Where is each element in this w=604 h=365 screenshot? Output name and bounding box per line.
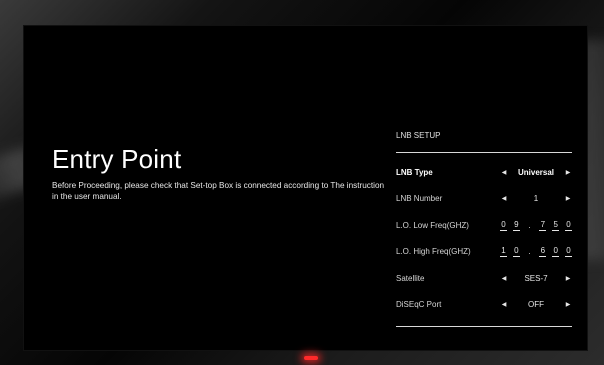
lo-low-freq-input[interactable]: 0 9 . 7 5 0 — [500, 220, 572, 231]
panel-divider-top — [396, 152, 572, 153]
setting-row-diseqc-port[interactable]: DiSEqC Port ◀ OFF ▶ — [396, 292, 572, 319]
tv-screen: Entry Point Before Proceeding, please ch… — [24, 26, 587, 350]
panel-divider-bottom — [396, 326, 572, 327]
setting-row-lo-high-freq[interactable]: L.O. High Freq(GHZ) 1 0 . 6 0 0 — [396, 239, 572, 266]
digit-field[interactable]: 6 — [539, 246, 547, 258]
right-arrow-icon[interactable]: ▶ — [564, 169, 572, 176]
lnb-number-selector[interactable]: ◀ 1 ▶ — [500, 194, 572, 203]
setting-label: DiSEqC Port — [396, 300, 442, 310]
digit-field[interactable]: 0 — [564, 220, 572, 231]
decimal-separator: . — [528, 220, 531, 230]
right-arrow-icon[interactable]: ▶ — [564, 301, 572, 308]
left-arrow-icon[interactable]: ◀ — [500, 195, 508, 202]
digit-field[interactable]: 9 — [512, 220, 520, 231]
digit-field[interactable]: 1 — [500, 246, 507, 258]
settings-list: LNB Type ◀ Universal ▶ LNB Number ◀ 1 ▶ — [396, 159, 572, 318]
diseqc-port-selector[interactable]: ◀ OFF ▶ — [500, 300, 572, 309]
satellite-selector[interactable]: ◀ SES-7 ▶ — [500, 274, 572, 283]
panel-title: LNB SETUP — [396, 131, 441, 140]
digit-field[interactable]: 5 — [552, 220, 560, 231]
setting-label: L.O. High Freq(GHZ) — [396, 247, 471, 257]
setting-value: 1 — [533, 194, 539, 204]
instruction-text: Before Proceeding, please check that Set… — [52, 181, 385, 201]
left-arrow-icon[interactable]: ◀ — [500, 169, 508, 176]
setting-row-satellite[interactable]: Satellite ◀ SES-7 ▶ — [396, 265, 572, 292]
setting-row-lnb-type[interactable]: LNB Type ◀ Universal ▶ — [396, 159, 572, 186]
digit-field[interactable]: 0 — [500, 220, 507, 231]
left-arrow-icon[interactable]: ◀ — [500, 301, 508, 308]
lnb-setup-panel: LNB SETUP LNB Type ◀ Universal ▶ LNB Num… — [396, 130, 572, 327]
right-arrow-icon[interactable]: ▶ — [564, 195, 572, 202]
decimal-separator: . — [528, 247, 531, 257]
setting-value: SES-7 — [524, 273, 548, 283]
setting-value: OFF — [528, 300, 544, 310]
setting-label: Satellite — [396, 273, 425, 283]
power-indicator-light — [304, 356, 318, 360]
setting-label: LNB Number — [396, 194, 443, 204]
setting-label: L.O. Low Freq(GHZ) — [396, 220, 469, 230]
left-arrow-icon[interactable]: ◀ — [500, 275, 508, 282]
right-arrow-icon[interactable]: ▶ — [564, 275, 572, 282]
setting-row-lnb-number[interactable]: LNB Number ◀ 1 ▶ — [396, 186, 572, 213]
setting-row-lo-low-freq[interactable]: L.O. Low Freq(GHZ) 0 9 . 7 5 0 — [396, 212, 572, 239]
tv-frame: Entry Point Before Proceeding, please ch… — [0, 0, 604, 365]
digit-field[interactable]: 0 — [552, 246, 560, 258]
lnb-type-selector[interactable]: ◀ Universal ▶ — [500, 168, 572, 177]
digit-field[interactable]: 0 — [564, 246, 572, 258]
setting-label: LNB Type — [396, 167, 433, 177]
setting-value: Universal — [517, 167, 555, 177]
page-title: Entry Point — [52, 144, 182, 174]
digit-field[interactable]: 7 — [539, 220, 547, 231]
digit-field[interactable]: 0 — [512, 246, 520, 258]
lo-high-freq-input[interactable]: 1 0 . 6 0 0 — [500, 246, 572, 258]
